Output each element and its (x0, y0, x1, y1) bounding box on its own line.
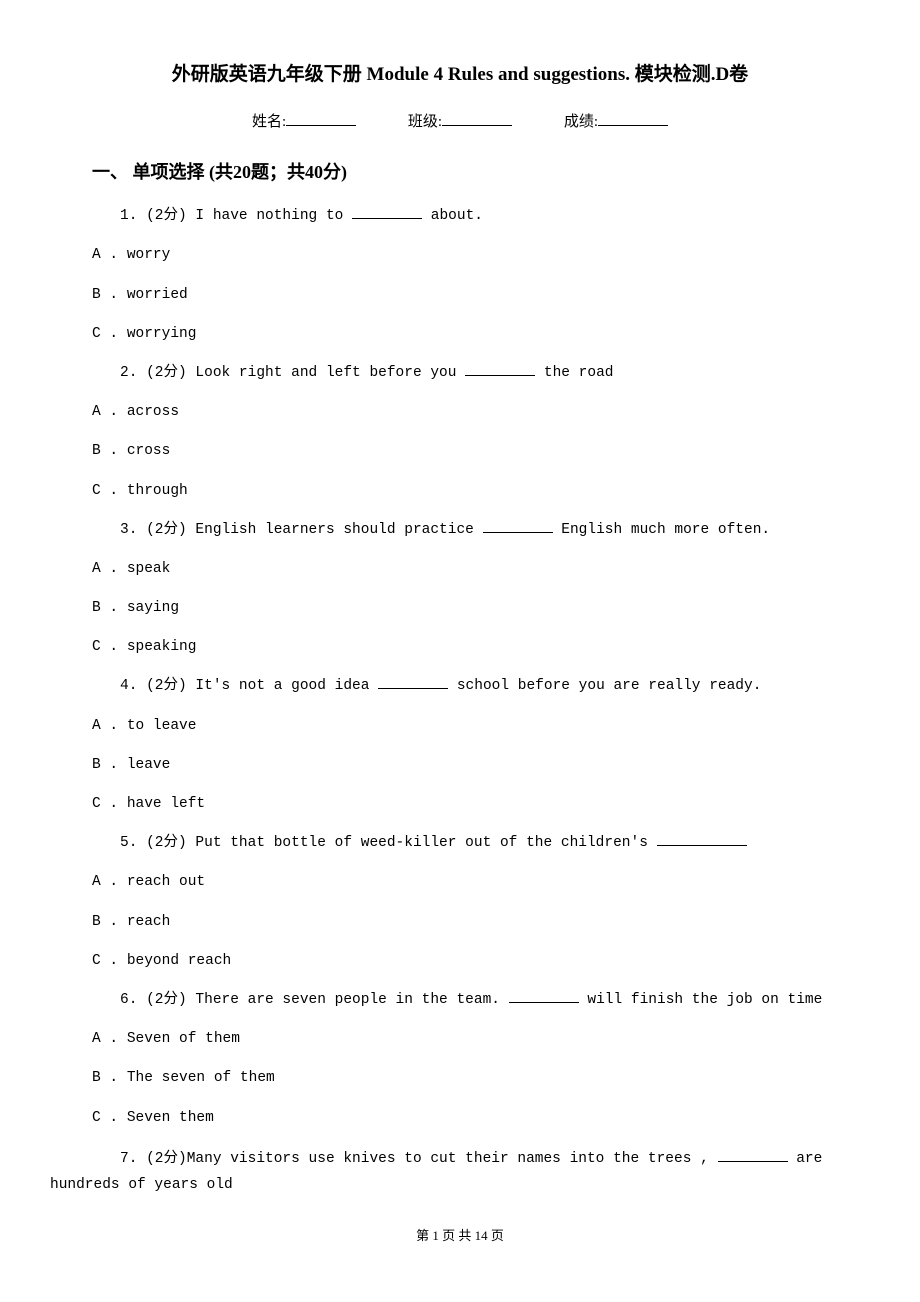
option-c: C . speaking (50, 636, 870, 659)
class-label: 班级: (408, 110, 442, 134)
question-stem: 3. (2分) English learners should practice… (50, 519, 870, 542)
question-number: 1. (120, 208, 137, 224)
option-c: C . Seven them (50, 1107, 870, 1130)
name-blank (286, 125, 356, 126)
question-text-after: English much more often. (553, 522, 771, 538)
option-a: A . worry (50, 244, 870, 267)
question-text-after: about. (422, 208, 483, 224)
question-stem: 4. (2分) It's not a good idea school befo… (50, 675, 870, 698)
question-text-after: the road (535, 365, 613, 381)
option-c: C . have left (50, 793, 870, 816)
question-number: 5. (120, 835, 137, 851)
question-stem: 2. (2分) Look right and left before you t… (50, 362, 870, 385)
option-a: A . to leave (50, 715, 870, 738)
page-footer: 第 1 页 共 14 页 (50, 1226, 870, 1247)
answer-blank (718, 1161, 788, 1162)
answer-blank (483, 532, 553, 533)
option-c: C . beyond reach (50, 950, 870, 973)
answer-blank (657, 845, 747, 846)
answer-blank (465, 375, 535, 376)
score-label: 成绩: (564, 110, 598, 134)
question-text-before: Look right and left before you (195, 365, 465, 381)
student-info-row: 姓名: 班级: 成绩: (50, 110, 870, 134)
option-a: A . across (50, 401, 870, 424)
question-number: 7. (120, 1151, 137, 1167)
question-text-before: There are seven people in the team. (195, 992, 508, 1008)
question-number: 6. (120, 992, 137, 1008)
question-points: (2分) (146, 992, 187, 1008)
option-a: A . speak (50, 558, 870, 581)
question-points: (2分) (146, 208, 187, 224)
question-points: (2分) (146, 365, 187, 381)
question-points: (2分) (146, 522, 187, 538)
question-text-before: Put that bottle of weed-killer out of th… (195, 835, 656, 851)
question-text-after: will finish the job on time (579, 992, 823, 1008)
question-text-before: It's not a good idea (195, 678, 378, 694)
class-blank (442, 125, 512, 126)
option-b: B . cross (50, 440, 870, 463)
option-c: C . through (50, 480, 870, 503)
question-points: (2分) (146, 1151, 187, 1167)
section-title: 单项选择 (共20题；共40分) (133, 162, 348, 182)
question-number: 4. (120, 678, 137, 694)
question-stem: 5. (2分) Put that bottle of weed-killer o… (50, 832, 870, 855)
option-b: B . leave (50, 754, 870, 777)
option-c: C . worrying (50, 323, 870, 346)
question-stem: 7. (2分)Many visitors use knives to cut t… (50, 1146, 870, 1198)
option-b: B . reach (50, 911, 870, 934)
option-b: B . The seven of them (50, 1067, 870, 1090)
score-blank (598, 125, 668, 126)
question-text-before: Many visitors use knives to cut their na… (187, 1151, 718, 1167)
question-points: (2分) (146, 678, 187, 694)
question-text-before: I have nothing to (195, 208, 352, 224)
option-b: B . saying (50, 597, 870, 620)
question-number: 2. (120, 365, 137, 381)
answer-blank (509, 1002, 579, 1003)
section-number: 一、 (92, 162, 128, 182)
section-header: 一、 单项选择 (共20题；共40分) (50, 158, 870, 187)
answer-blank (352, 218, 422, 219)
question-points: (2分) (146, 835, 187, 851)
document-title: 外研版英语九年级下册 Module 4 Rules and suggestion… (50, 60, 870, 90)
question-stem: 6. (2分) There are seven people in the te… (50, 989, 870, 1012)
option-b: B . worried (50, 284, 870, 307)
name-label: 姓名: (252, 110, 286, 134)
question-number: 3. (120, 522, 137, 538)
option-a: A . Seven of them (50, 1028, 870, 1051)
question-text-before: English learners should practice (195, 522, 482, 538)
option-a: A . reach out (50, 871, 870, 894)
question-stem: 1. (2分) I have nothing to about. (50, 205, 870, 228)
answer-blank (378, 688, 448, 689)
question-text-after: school before you are really ready. (448, 678, 761, 694)
